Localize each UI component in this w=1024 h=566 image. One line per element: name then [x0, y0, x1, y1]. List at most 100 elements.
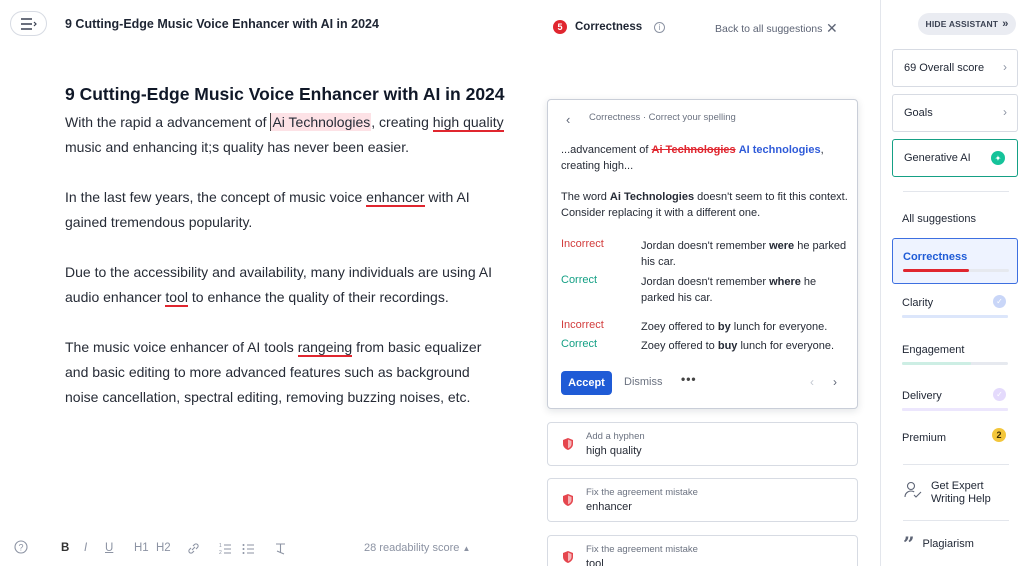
suggestions-header: 5 Correctness i: [553, 20, 666, 34]
category-title: Correctness: [575, 21, 643, 33]
paragraph-2[interactable]: In the last few years, the concept of mu…: [65, 185, 505, 235]
wrong-text: Ai Technologies: [651, 144, 736, 156]
text-span: Jordan doesn't remember: [641, 276, 770, 288]
category-label: Premium: [902, 432, 947, 444]
suggestion-kind: Fix the agreement mistake: [586, 544, 698, 555]
flagged-word-high-quality[interactable]: high quality: [432, 114, 504, 132]
numbered-list-icon[interactable]: 12: [219, 542, 232, 560]
suggestion-word: enhancer: [586, 501, 632, 513]
check-icon: ✓: [993, 388, 1006, 401]
suggestion-card[interactable]: Fix the agreement mistake enhancer: [547, 478, 858, 522]
readability-label: 28 readability score: [364, 542, 460, 554]
expert-help-label: Get Expert Writing Help: [931, 480, 991, 505]
close-icon[interactable]: ✕: [826, 20, 838, 37]
back-to-all-suggestions-link[interactable]: Back to all suggestions: [715, 23, 822, 35]
category-correctness[interactable]: Correctness: [892, 238, 1018, 284]
flagged-word-ai-technologies[interactable]: Ai Technologies: [270, 113, 372, 131]
accept-button[interactable]: Accept: [561, 371, 612, 395]
example-bold: buy: [717, 340, 738, 352]
paragraph-4[interactable]: The music voice enhancer of AI tools ran…: [65, 335, 505, 410]
example-label-correct: Correct: [561, 338, 598, 350]
chevron-right-icon: ›: [1003, 60, 1007, 74]
example-text: Jordan doesn't remember where he parked …: [641, 274, 851, 306]
example-label-incorrect: Incorrect: [561, 319, 604, 331]
text-span: music and enhancing it;s quality has nev…: [65, 139, 409, 155]
category-engagement[interactable]: Engagement: [892, 332, 1018, 378]
all-suggestions-link[interactable]: All suggestions: [902, 213, 976, 225]
divider: [903, 464, 1009, 465]
card-breadcrumb: Correctness · Correct your spelling: [589, 112, 736, 123]
hide-assistant-label: HIDE ASSISTANT: [925, 19, 999, 29]
link-icon[interactable]: [187, 542, 200, 560]
readability-score[interactable]: 28 readability score ▲: [364, 538, 470, 559]
example-label-correct: Correct: [561, 274, 598, 286]
editor-area[interactable]: 9 Cutting-Edge Music Voice Enhancer with…: [65, 82, 505, 435]
shield-icon: [563, 494, 573, 506]
chevron-left-icon[interactable]: ‹: [566, 112, 570, 127]
replacement-text[interactable]: AI technologies: [739, 144, 821, 156]
shield-icon: [563, 438, 573, 450]
assistant-sidebar: HIDE ASSISTANT » 69 Overall score › Goal…: [880, 0, 1024, 566]
underline-button[interactable]: U: [105, 538, 113, 558]
clear-formatting-icon[interactable]: [274, 542, 287, 560]
menu-icon: [20, 17, 37, 30]
paragraph-3[interactable]: Due to the accessibility and availabilit…: [65, 260, 505, 310]
expert-writing-help-button[interactable]: Get Expert Writing Help: [903, 480, 1001, 506]
category-delivery[interactable]: Delivery ✓: [892, 378, 1018, 424]
heading-2-button[interactable]: H2: [156, 538, 171, 558]
double-chevron-right-icon: »: [1002, 18, 1009, 30]
menu-toggle-button[interactable]: [10, 11, 47, 36]
dismiss-button[interactable]: Dismiss: [624, 376, 663, 388]
text-span: Zoey offered to: [641, 321, 718, 333]
suggestion-kind: Fix the agreement mistake: [586, 487, 698, 498]
more-options-button[interactable]: •••: [681, 372, 697, 386]
paragraph-1[interactable]: With the rapid a advancement of Ai Techn…: [65, 110, 505, 160]
generative-ai-label: Generative AI: [904, 152, 971, 164]
category-premium[interactable]: Premium 2: [892, 420, 1018, 466]
goals-card[interactable]: Goals ›: [892, 94, 1018, 132]
suggestion-card[interactable]: Fix the agreement mistake tool: [547, 535, 858, 566]
example-text: Zoey offered to buy lunch for everyone.: [641, 338, 851, 354]
example-bold: were: [769, 240, 795, 252]
suggestion-word: tool: [586, 558, 604, 566]
generative-ai-card[interactable]: Generative AI ✦: [892, 139, 1018, 177]
suggestion-card[interactable]: Add a hyphen high quality: [547, 422, 858, 466]
overall-score-card[interactable]: 69 Overall score ›: [892, 49, 1018, 87]
example-label-incorrect: Incorrect: [561, 238, 604, 250]
example-text: Jordan doesn't remember were he parked h…: [641, 238, 851, 270]
category-clarity[interactable]: Clarity ✓: [892, 285, 1018, 331]
info-icon[interactable]: i: [654, 21, 666, 33]
category-label: Delivery: [902, 390, 942, 402]
quote-icon: ”: [903, 532, 915, 556]
suggestion-explanation: The word Ai Technologies doesn't seem to…: [561, 189, 851, 221]
category-label: Correctness: [903, 251, 968, 263]
help-icon[interactable]: ?: [14, 540, 28, 559]
italic-button[interactable]: I: [84, 538, 87, 558]
previous-suggestion-icon[interactable]: ‹: [810, 375, 814, 389]
document-title[interactable]: 9 Cutting-Edge Music Voice Enhancer with…: [65, 17, 379, 31]
bullet-list-icon[interactable]: [242, 542, 255, 560]
hide-assistant-button[interactable]: HIDE ASSISTANT »: [918, 13, 1016, 35]
text-span: , creating: [371, 114, 433, 130]
suggestion-card-expanded[interactable]: ‹ Correctness · Correct your spelling ..…: [547, 99, 858, 409]
svg-text:1: 1: [219, 543, 222, 549]
flagged-word-enhancer[interactable]: enhancer: [366, 189, 425, 207]
lightbulb-icon: ✦: [991, 151, 1005, 165]
text-span: lunch for everyone.: [737, 340, 835, 352]
chevron-right-icon: ›: [1003, 105, 1007, 119]
divider: [903, 191, 1009, 192]
heading-1-button[interactable]: H1: [134, 538, 149, 558]
flagged-word-tool[interactable]: tool: [165, 289, 188, 307]
plagiarism-button[interactable]: ” Plagiarism: [903, 532, 974, 556]
check-icon: ✓: [993, 295, 1006, 308]
next-suggestion-icon[interactable]: ›: [833, 375, 837, 389]
text-span: In the last few years, the concept of mu…: [65, 189, 367, 205]
document-heading[interactable]: 9 Cutting-Edge Music Voice Enhancer with…: [65, 82, 505, 106]
flagged-word-rangeing[interactable]: rangeing: [297, 339, 353, 357]
plagiarism-label: Plagiarism: [922, 538, 974, 550]
text-span: The music voice enhancer of AI tools: [65, 339, 298, 355]
category-progress: [903, 269, 1009, 272]
bold-button[interactable]: B: [61, 538, 69, 558]
shield-icon: [563, 551, 573, 563]
chevron-up-icon: ▲: [462, 544, 471, 553]
